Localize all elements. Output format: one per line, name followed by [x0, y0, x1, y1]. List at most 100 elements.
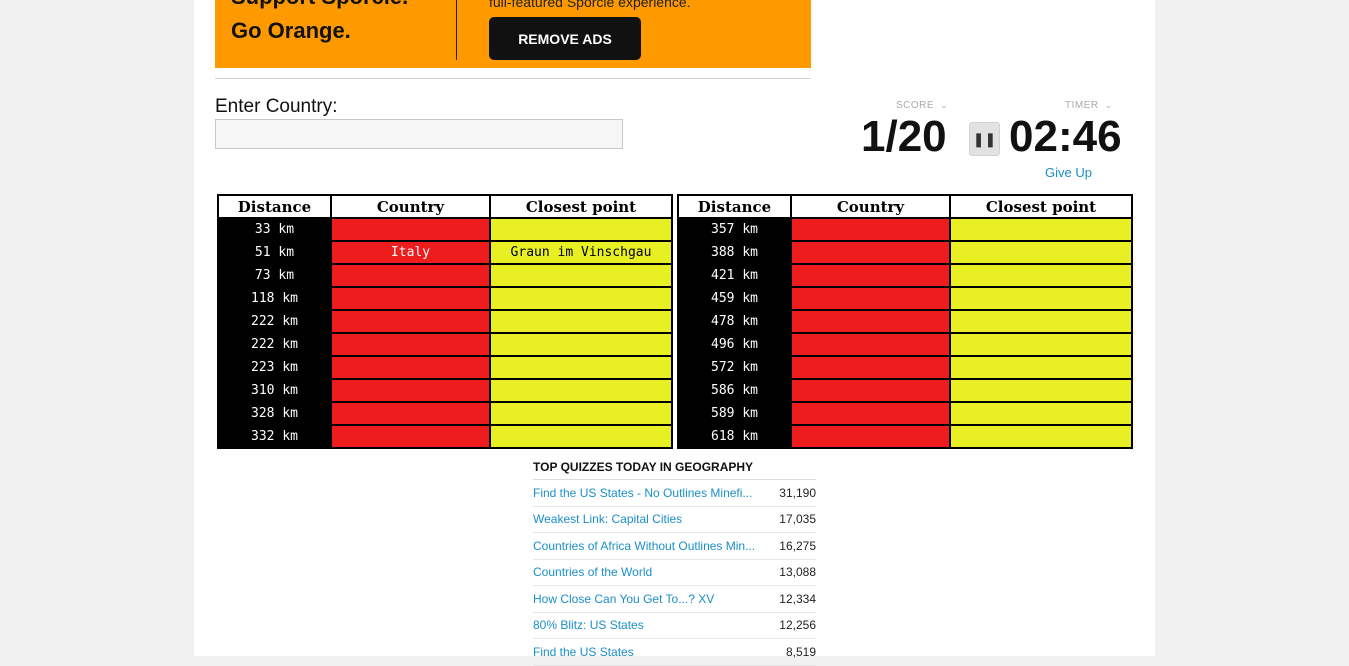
score-label: SCORE — [896, 100, 935, 111]
top-quizzes-panel: TOP QUIZZES TODAY IN GEOGRAPHY Find the … — [533, 460, 816, 666]
answer-table-right: Distance Country Closest point 357 km 388… — [677, 194, 1133, 449]
table-row: 223 km — [217, 355, 673, 380]
country-cell — [330, 332, 491, 357]
header-distance: Distance — [677, 194, 792, 219]
play-count: 13,088 — [779, 565, 816, 580]
pause-button[interactable]: ❚❚ — [969, 122, 1000, 156]
table-row: 478 km — [677, 309, 1133, 334]
country-cell — [790, 401, 951, 426]
answer-table-left: Distance Country Closest point 33 km 51 k… — [217, 194, 673, 449]
table-row: 618 km — [677, 424, 1133, 449]
country-cell — [330, 378, 491, 403]
play-count: 16,275 — [779, 538, 816, 553]
country-cell — [790, 217, 951, 242]
table-row: 73 km — [217, 263, 673, 288]
closest-point-cell — [489, 401, 673, 426]
table-row: 222 km — [217, 332, 673, 357]
distance-cell: 586 km — [677, 378, 792, 403]
list-item: Weakest Link: Capital Cities 17,035 — [533, 507, 816, 533]
table-row: 118 km — [217, 286, 673, 311]
closest-point-cell — [949, 217, 1133, 242]
quiz-link[interactable]: 80% Blitz: US States — [533, 618, 763, 632]
distance-cell: 118 km — [217, 286, 332, 311]
pause-icon: ❚❚ — [972, 130, 997, 147]
country-cell — [790, 355, 951, 380]
list-item: 80% Blitz: US States 12,256 — [533, 613, 816, 639]
remove-ads-button[interactable]: REMOVE ADS — [489, 17, 641, 60]
distance-cell: 589 km — [677, 401, 792, 426]
country-cell — [330, 401, 491, 426]
country-cell — [330, 424, 491, 449]
country-cell — [790, 378, 951, 403]
header-country: Country — [790, 194, 951, 219]
list-item: How Close Can You Get To...? XV 12,334 — [533, 586, 816, 613]
closest-point-cell — [489, 424, 673, 449]
distance-cell: 51 km — [217, 240, 332, 265]
distance-cell: 459 km — [677, 286, 792, 311]
score-toggle[interactable]: SCORE ⌄ — [896, 100, 948, 111]
closest-point-cell — [489, 355, 673, 380]
table-row: 310 km — [217, 378, 673, 403]
closest-point-cell: Graun im Vinschgau — [489, 240, 673, 265]
closest-point-cell — [949, 378, 1133, 403]
distance-cell: 328 km — [217, 401, 332, 426]
table-row: 357 km — [677, 217, 1133, 242]
quiz-link[interactable]: Find the US States — [533, 645, 763, 659]
give-up-link[interactable]: Give Up — [1045, 165, 1092, 180]
country-cell — [790, 309, 951, 334]
distance-cell: 357 km — [677, 217, 792, 242]
quiz-link[interactable]: Weakest Link: Capital Cities — [533, 512, 763, 526]
country-cell — [330, 263, 491, 288]
country-cell — [330, 217, 491, 242]
closest-point-cell — [949, 263, 1133, 288]
closest-point-cell — [489, 286, 673, 311]
distance-cell: 572 km — [677, 355, 792, 380]
list-item: Find the US States 8,519 — [533, 639, 816, 666]
banner-divider — [456, 0, 457, 60]
header-distance: Distance — [217, 194, 332, 219]
table-row: 589 km — [677, 401, 1133, 426]
quiz-link[interactable]: Countries of the World — [533, 565, 763, 579]
header-country: Country — [330, 194, 491, 219]
table-row: 572 km — [677, 355, 1133, 380]
distance-cell: 478 km — [677, 309, 792, 334]
timer-toggle[interactable]: TIMER ⌄ — [1065, 100, 1113, 111]
closest-point-cell — [949, 309, 1133, 334]
closest-point-cell — [489, 263, 673, 288]
quiz-link[interactable]: How Close Can You Get To...? XV — [533, 592, 763, 606]
distance-cell: 496 km — [677, 332, 792, 357]
closest-point-cell — [489, 378, 673, 403]
distance-cell: 222 km — [217, 309, 332, 334]
quiz-link[interactable]: Find the US States - No Outlines Minefi.… — [533, 486, 763, 500]
closest-point-cell — [949, 401, 1133, 426]
distance-cell: 73 km — [217, 263, 332, 288]
banner-slogan-line2: Go Orange. — [231, 18, 351, 43]
header-closest-point: Closest point — [949, 194, 1133, 219]
distance-cell: 388 km — [677, 240, 792, 265]
divider — [215, 78, 811, 79]
list-item: Countries of the World 13,088 — [533, 560, 816, 586]
play-count: 31,190 — [779, 485, 816, 500]
quiz-link[interactable]: Countries of Africa Without Outlines Min… — [533, 539, 763, 553]
distance-cell: 223 km — [217, 355, 332, 380]
closest-point-cell — [489, 217, 673, 242]
country-answer-input[interactable] — [215, 119, 623, 149]
list-item: Find the US States - No Outlines Minefi.… — [533, 480, 816, 507]
banner-subtitle: full-featured Sporcle experience. — [489, 0, 691, 10]
distance-cell: 33 km — [217, 217, 332, 242]
table-row: 496 km — [677, 332, 1133, 357]
play-count: 17,035 — [779, 512, 816, 527]
top-quizzes-list: Find the US States - No Outlines Minefi.… — [533, 480, 816, 666]
top-quizzes-title: TOP QUIZZES TODAY IN GEOGRAPHY — [533, 460, 816, 480]
enter-country-label: Enter Country: — [215, 96, 338, 117]
country-cell — [790, 263, 951, 288]
timer-label: TIMER — [1065, 100, 1099, 111]
distance-cell: 222 km — [217, 332, 332, 357]
closest-point-cell — [949, 286, 1133, 311]
table-row: 388 km — [677, 240, 1133, 265]
table-row: 421 km — [677, 263, 1133, 288]
distance-cell: 421 km — [677, 263, 792, 288]
closest-point-cell — [949, 355, 1133, 380]
play-count: 12,334 — [779, 591, 816, 606]
banner-slogan-line1: Support Sporcle. — [231, 0, 408, 10]
